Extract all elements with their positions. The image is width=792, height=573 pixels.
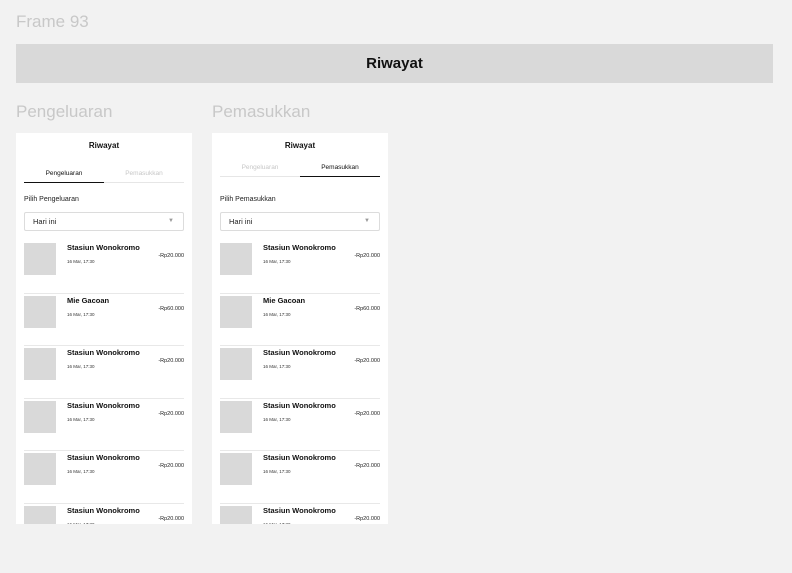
section-label-pengeluaran: Pengeluaran [16, 102, 113, 121]
transaction-item[interactable]: Mie Gacoan 16 Mar, 17:30 -Rp60.000 [220, 294, 380, 346]
tab-pemasukkan[interactable]: Pemasukkan [300, 163, 380, 177]
thumbnail-image [24, 400, 56, 433]
chevron-down-icon: ▼ [168, 218, 174, 224]
transaction-date: 16 Mar, 17:30 [67, 469, 95, 474]
filter-label: Pilih Pemasukkan [220, 196, 276, 203]
transaction-date: 16 Mar, 17:30 [263, 311, 291, 317]
transaction-item[interactable]: Stasiun Wonokromo 16 Mar, 17:30 -Rp20.000 [220, 399, 380, 451]
thumbnail-image [24, 348, 56, 380]
period-dropdown[interactable]: Hari ini ▼ [24, 212, 184, 231]
transaction-item[interactable]: Stasiun Wonokromo 16 Mar, 17:30 -Rp20.000 [220, 346, 380, 399]
thumbnail-image [24, 505, 56, 524]
transaction-item[interactable]: Stasiun Wonokromo 16 Mar, 17:30 -Rp20.000 [220, 451, 380, 504]
thumbnail-image [220, 505, 252, 524]
screen-title: Riwayat [88, 141, 120, 150]
thumbnail-image [220, 348, 252, 380]
transaction-item[interactable]: Stasiun Wonokromo 16 Mar, 17:30 -Rp20.000 [220, 504, 380, 525]
transaction-list: Stasiun Wonokromo 16 Mar, 17:30 -Rp20.000 M… [24, 241, 184, 524]
transaction-date: 16 Mar, 17:30 [67, 364, 95, 369]
transaction-name: Stasiun Wonokromo [67, 453, 140, 462]
transaction-item[interactable]: Stasiun Wonokromo 16 Mar, 17:30 -Rp20.000 [24, 504, 184, 525]
transaction-amount: -Rp20.000 [354, 410, 380, 417]
transaction-amount: -Rp20.000 [158, 463, 184, 469]
transaction-date: 16 Mar, 17:30 [263, 521, 291, 525]
transaction-date: 16 Mar, 17:30 [67, 521, 95, 525]
tab-pengeluaran[interactable]: Pengeluaran [24, 169, 104, 183]
transaction-name: Stasiun Wonokromo [263, 400, 336, 410]
transaction-amount: -Rp20.000 [354, 515, 380, 522]
filter-label: Pilih Pengeluaran [24, 196, 79, 203]
transaction-date: 16 Mar, 17:30 [263, 364, 291, 369]
screen-title: Riwayat [284, 141, 316, 150]
thumbnail-image [24, 295, 56, 328]
thumbnail-image [220, 400, 252, 433]
transaction-amount: -Rp20.000 [158, 253, 184, 259]
transaction-name: Stasiun Wonokromo [263, 453, 336, 462]
transaction-name: Mie Gacoan [263, 295, 306, 305]
tab-bar: Pengeluaran Pemasukkan [24, 169, 184, 183]
tab-pemasukkan[interactable]: Pemasukkan [104, 169, 184, 183]
banner-title: Riwayat [366, 55, 423, 72]
dropdown-value: Hari ini [229, 217, 253, 226]
transaction-amount: -Rp60.000 [158, 305, 184, 312]
transaction-item[interactable]: Stasiun Wonokromo 16 Mar, 17:30 -Rp20.000 [24, 346, 184, 399]
transaction-list: Stasiun Wonokromo 16 Mar, 17:30 -Rp20.000 M… [220, 241, 380, 524]
transaction-date: 16 Mar, 17:30 [263, 469, 291, 474]
phone-screen-pemasukkan: Riwayat Pengeluaran Pemasukkan Pilih Pem… [212, 133, 388, 524]
frame-label: Frame 93 [16, 12, 89, 31]
transaction-item[interactable]: Stasiun Wonokromo 16 Mar, 17:30 -Rp20.000 [24, 451, 184, 504]
transaction-amount: -Rp20.000 [354, 253, 380, 259]
transaction-date: 16 Mar, 17:30 [67, 259, 95, 264]
transaction-name: Stasiun Wonokromo [263, 505, 336, 515]
thumbnail-image [220, 243, 252, 275]
transaction-item[interactable]: Mie Gacoan 16 Mar, 17:30 -Rp60.000 [24, 294, 184, 346]
transaction-date: 16 Mar, 17:30 [263, 259, 291, 264]
tab-bar: Pengeluaran Pemasukkan [220, 163, 380, 177]
transaction-amount: -Rp20.000 [354, 463, 380, 469]
tab-pengeluaran[interactable]: Pengeluaran [220, 163, 300, 177]
phone-screen-pengeluaran: Riwayat Pengeluaran Pemasukkan Pilih Pen… [16, 133, 192, 524]
thumbnail-image [24, 453, 56, 485]
transaction-item[interactable]: Stasiun Wonokromo 16 Mar, 17:30 -Rp20.000 [24, 399, 184, 451]
transaction-item[interactable]: Stasiun Wonokromo 16 Mar, 17:30 -Rp20.000 [24, 241, 184, 294]
transaction-name: Mie Gacoan [67, 295, 110, 305]
transaction-name: Stasiun Wonokromo [263, 348, 336, 357]
transaction-amount: -Rp60.000 [354, 305, 380, 312]
transaction-amount: -Rp20.000 [158, 515, 184, 522]
transaction-name: Stasiun Wonokromo [67, 505, 140, 515]
transaction-date: 16 Mar, 17:30 [263, 416, 291, 422]
transaction-item[interactable]: Stasiun Wonokromo 16 Mar, 17:30 -Rp20.000 [220, 241, 380, 294]
transaction-amount: -Rp20.000 [158, 410, 184, 417]
dropdown-value: Hari ini [33, 217, 57, 226]
transaction-name: Stasiun Wonokromo [263, 243, 336, 252]
transaction-date: 16 Mar, 17:30 [67, 416, 95, 422]
thumbnail-image [220, 295, 252, 328]
header-banner: Riwayat [16, 44, 773, 83]
transaction-amount: -Rp20.000 [158, 358, 184, 364]
period-dropdown[interactable]: Hari ini ▼ [220, 212, 380, 231]
transaction-name: Stasiun Wonokromo [67, 400, 140, 410]
transaction-name: Stasiun Wonokromo [67, 243, 140, 252]
thumbnail-image [220, 453, 252, 485]
transaction-name: Stasiun Wonokromo [67, 348, 140, 357]
transaction-amount: -Rp20.000 [354, 358, 380, 364]
section-label-pemasukkan: Pemasukkan [212, 102, 311, 121]
chevron-down-icon: ▼ [364, 218, 370, 224]
thumbnail-image [24, 243, 56, 275]
transaction-date: 16 Mar, 17:30 [67, 311, 95, 317]
